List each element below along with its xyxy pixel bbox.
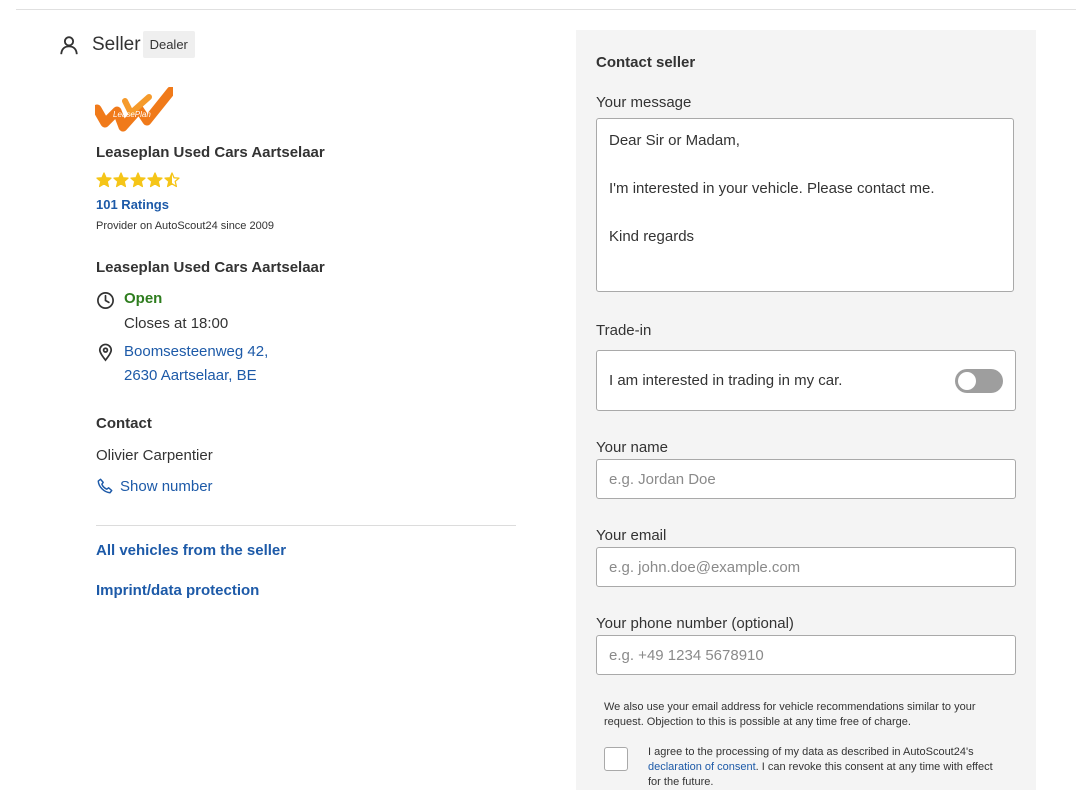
seller-divider xyxy=(96,525,516,526)
provider-since: Provider on AutoScout24 since 2009 xyxy=(96,220,274,232)
star-full-icon xyxy=(113,172,129,188)
message-label: Your message xyxy=(596,94,692,111)
consent-text-before: I agree to the processing of my data as … xyxy=(648,746,974,758)
name-label: Your name xyxy=(596,439,668,456)
phone-icon xyxy=(97,478,113,494)
phone-label: Your phone number (optional) xyxy=(596,615,794,632)
dealer-name: Leaseplan Used Cars Aartselaar xyxy=(96,144,325,161)
tradein-text: I am interested in trading in my car. xyxy=(609,372,843,389)
star-full-icon xyxy=(96,172,112,188)
tradein-toggle[interactable] xyxy=(955,368,1003,393)
imprint-link[interactable]: Imprint/data protection xyxy=(96,582,259,599)
open-status: Open xyxy=(124,290,163,307)
dealer-badge: Dealer xyxy=(142,31,195,58)
person-icon xyxy=(60,35,78,54)
contact-seller-panel: Contact seller Your message Dear Sir or … xyxy=(576,30,1036,790)
address[interactable]: Boomsesteenweg 42, 2630 Aartselaar, BE xyxy=(96,342,268,388)
toggle-knob xyxy=(958,371,976,390)
seller-title: Seller xyxy=(92,33,141,55)
logo-text: LeasePlan xyxy=(113,110,151,119)
top-divider xyxy=(16,9,1076,10)
star-full-icon xyxy=(147,172,163,188)
contact-heading: Contact xyxy=(96,415,152,432)
opening-hours: Open xyxy=(96,290,162,310)
show-number-label[interactable]: Show number xyxy=(120,478,213,495)
contact-person: Olivier Carpentier xyxy=(96,447,213,464)
email-input[interactable] xyxy=(596,547,1016,587)
star-full-icon xyxy=(130,172,146,188)
location-pin-icon xyxy=(98,343,113,362)
email-label: Your email xyxy=(596,527,667,544)
phone-input[interactable] xyxy=(596,635,1016,675)
address-line-1[interactable]: Boomsesteenweg 42, xyxy=(124,340,268,364)
tradein-label: Trade-in xyxy=(596,322,652,339)
rating-stars xyxy=(96,172,180,188)
consent-text: I agree to the processing of my data as … xyxy=(648,745,1008,790)
tradein-box: I am interested in trading in my car. xyxy=(596,350,1016,411)
closing-time: Closes at 18:00 xyxy=(124,315,229,332)
seller-header: Seller Dealer xyxy=(58,31,195,58)
recommendation-notice: We also use your email address for vehic… xyxy=(604,701,976,728)
star-half-icon xyxy=(164,172,180,188)
name-input[interactable] xyxy=(596,459,1016,499)
all-vehicles-link[interactable]: All vehicles from the seller xyxy=(96,542,286,559)
consent-checkbox[interactable] xyxy=(604,747,628,771)
message-textarea[interactable]: Dear Sir or Madam, I'm interested in you… xyxy=(596,118,1014,292)
ratings-link[interactable]: 101 Ratings xyxy=(96,197,169,212)
show-number-button[interactable]: Show number xyxy=(96,477,213,495)
consent-link[interactable]: declaration of consent xyxy=(648,761,756,773)
clock-icon xyxy=(97,292,114,309)
dealer-logo: LeasePlan xyxy=(95,87,173,132)
location-name: Leaseplan Used Cars Aartselaar xyxy=(96,259,325,276)
contact-panel-title: Contact seller xyxy=(596,54,696,71)
address-line-2[interactable]: 2630 Aartselaar, BE xyxy=(124,364,268,388)
